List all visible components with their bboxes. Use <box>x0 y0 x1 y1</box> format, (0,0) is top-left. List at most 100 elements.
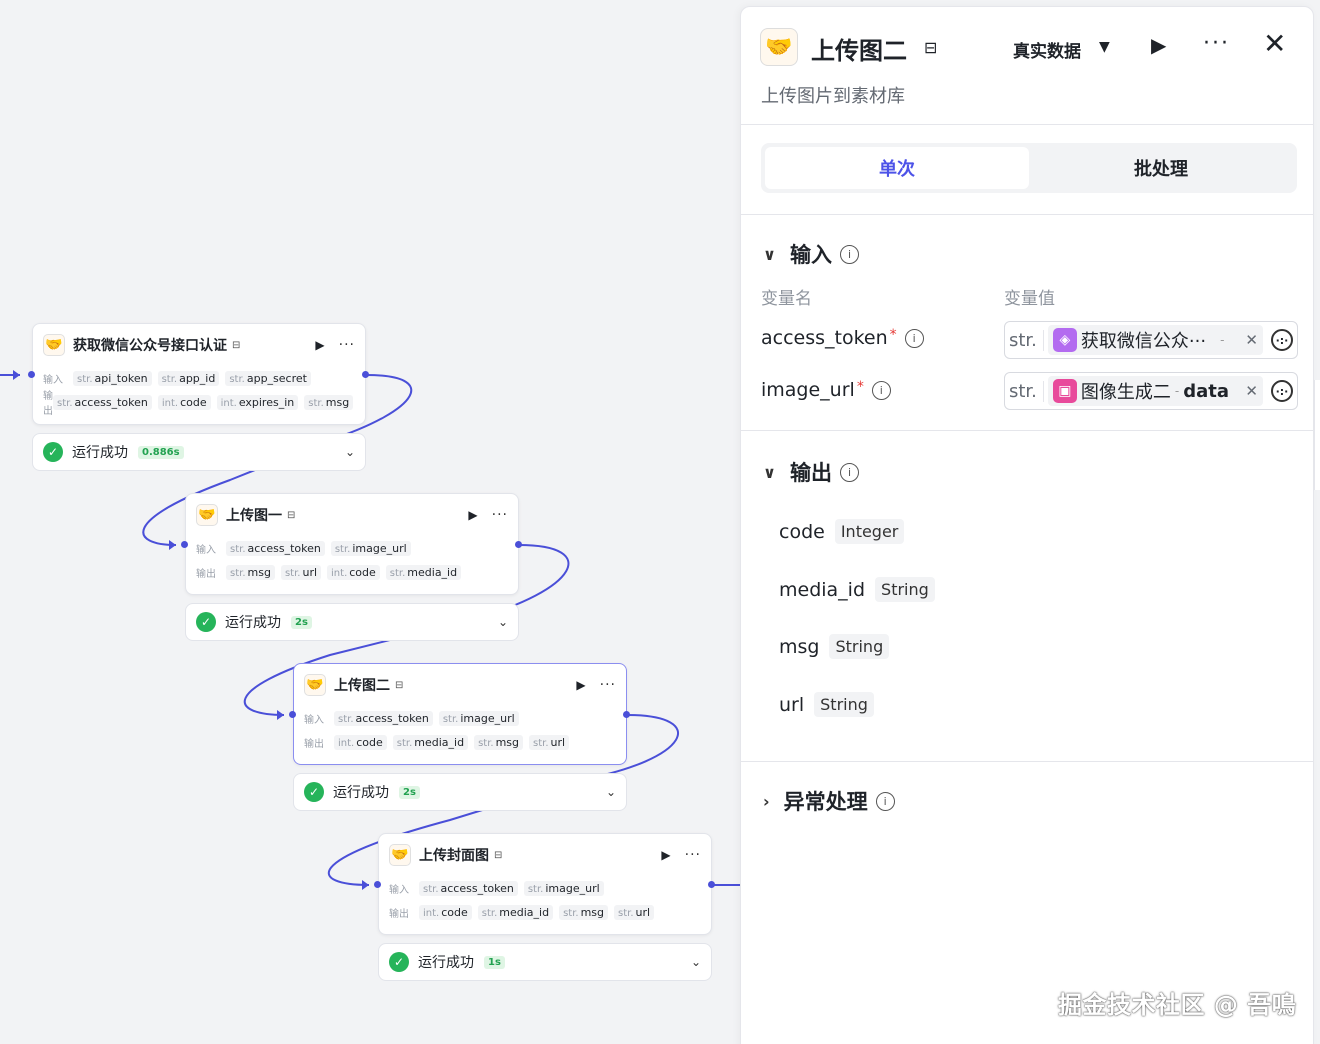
param-tag: str. api_token <box>73 370 152 386</box>
param-tag: str. access_token <box>334 710 433 726</box>
chevron-down-icon: ∨ <box>763 244 776 264</box>
var-name-access-token: access_token * i <box>761 327 924 349</box>
param-tag: str. media_id <box>477 904 554 920</box>
info-icon[interactable]: i <box>871 380 891 400</box>
info-icon[interactable]: i <box>904 328 924 348</box>
input-section: ∨ 输入 i 变量名 变量值 access_token * i str. ◈ 获取… <box>741 215 1313 431</box>
more-icon[interactable]: ··· <box>339 337 355 353</box>
status-text: 运行成功 <box>418 955 474 971</box>
param-tag: str. app_id <box>157 370 220 386</box>
data-mode-select[interactable]: 真实数据 <box>1013 37 1081 62</box>
more-icon[interactable]: ··· <box>600 677 616 693</box>
tab-batch[interactable]: 批处理 <box>1029 147 1293 189</box>
ref-field-name: data <box>1183 380 1230 402</box>
col-var-name: 变量名 <box>761 289 812 309</box>
output-port[interactable] <box>362 371 369 378</box>
workflow-node[interactable]: 🤝 上传图二 ⊟ ▶ ··· 输入 str. access_token str. ima… <box>293 663 627 765</box>
run-status-bar[interactable]: ✓ 运行成功 0.886s ⌄ <box>32 433 366 471</box>
var-value-image-url[interactable]: str. ▣ 图像生成二 - data ✕ ·:· <box>1004 372 1298 410</box>
param-tag: str. media_id <box>385 564 462 580</box>
node-header: 🤝 上传图二 ⊟ ▶ ··· <box>294 664 626 706</box>
param-tag: str. msg <box>304 394 354 410</box>
status-text: 运行成功 <box>225 615 281 631</box>
output-port[interactable] <box>623 711 630 718</box>
type-badge: String <box>814 692 874 717</box>
node-outputs: 输出 str. access_token int. code int. expires_in… <box>33 390 365 417</box>
close-icon[interactable]: ✕ <box>1263 27 1286 60</box>
variable-picker-icon[interactable]: ·:· <box>1271 329 1293 351</box>
output-section-toggle[interactable]: ∨ 输出 i <box>763 457 859 487</box>
info-icon[interactable]: i <box>840 244 859 264</box>
workflow-node[interactable]: 🤝 上传图一 ⊟ ▶ ··· 输入 str. access_token str. ima… <box>185 493 519 595</box>
handshake-icon: 🤝 <box>43 334 65 356</box>
ref-node-name: 图像生成二 <box>1080 382 1171 403</box>
chevron-down-icon[interactable]: ⌄ <box>498 615 508 629</box>
col-var-value: 变量值 <box>1004 289 1055 309</box>
info-icon[interactable]: i <box>875 791 895 811</box>
run-status-bar[interactable]: ✓ 运行成功 2s ⌄ <box>293 773 627 811</box>
input-port[interactable] <box>289 711 296 718</box>
more-icon[interactable]: ··· <box>1203 31 1230 56</box>
node-outputs: 输出 int. code str. media_id str. msg str. url <box>294 730 626 754</box>
panel-title: 上传图二 <box>811 37 907 65</box>
adjacent-panel-edge <box>1314 380 1320 490</box>
param-tag: str. media_id <box>392 734 469 750</box>
variable-picker-icon[interactable]: ·:· <box>1271 380 1293 402</box>
node-title: 上传图二 <box>334 678 390 694</box>
chevron-down-icon[interactable]: ⌄ <box>345 445 355 459</box>
variable-reference[interactable]: ▣ 图像生成二 - data ✕ <box>1047 376 1263 406</box>
check-icon: ✓ <box>304 782 324 802</box>
tab-single[interactable]: 单次 <box>765 147 1029 189</box>
clear-icon[interactable]: ✕ <box>1245 331 1258 349</box>
play-icon[interactable]: ▶ <box>1151 33 1166 57</box>
watermark: 掘金技术社区 @ 吾鳴 <box>1058 991 1297 1019</box>
type-badge: Integer <box>834 519 905 544</box>
play-icon[interactable]: ▶ <box>315 338 324 352</box>
image-icon: ▣ <box>1052 379 1077 403</box>
run-status-bar[interactable]: ✓ 运行成功 1s ⌄ <box>378 943 712 981</box>
plugin-badge-icon: ⊟ <box>232 339 241 351</box>
more-icon[interactable]: ··· <box>685 847 701 863</box>
chevron-down-icon[interactable]: ⌄ <box>691 955 701 969</box>
node-header: 🤝 上传图一 ⊟ ▶ ··· <box>186 494 518 536</box>
param-tag: str. access_token <box>226 540 325 556</box>
check-icon: ✓ <box>389 952 409 972</box>
output-port[interactable] <box>708 881 715 888</box>
input-section-title: 输入 <box>790 243 832 267</box>
error-section-toggle[interactable]: › 异常处理 i <box>763 786 895 816</box>
node-title: 上传封面图 <box>419 848 489 864</box>
param-tag: str. msg <box>474 734 524 750</box>
param-tag: str. access_token <box>53 394 152 410</box>
play-icon[interactable]: ▶ <box>576 678 585 692</box>
variable-reference[interactable]: ◈ 获取微信公众··· - ✕ <box>1047 325 1263 355</box>
workflow-node[interactable]: 🤝 获取微信公众号接口认证 ⊟ ▶ ··· 输入 str. api_token str… <box>32 323 366 425</box>
more-icon[interactable]: ··· <box>492 507 508 523</box>
workflow-node[interactable]: 🤝 上传封面图 ⊟ ▶ ··· 输入 str. access_token str. im… <box>378 833 712 935</box>
run-status-bar[interactable]: ✓ 运行成功 2s ⌄ <box>185 603 519 641</box>
var-value-access-token[interactable]: str. ◈ 获取微信公众··· - ✕ ·:· <box>1004 321 1298 359</box>
output-field: msg String <box>779 634 890 659</box>
chevron-down-icon[interactable]: ⌄ <box>606 785 616 799</box>
param-tag: int. code <box>419 904 472 920</box>
plugin-badge-icon: ⊟ <box>494 849 503 861</box>
ref-separator: - <box>1220 333 1225 347</box>
play-icon[interactable]: ▶ <box>661 848 670 862</box>
input-port[interactable] <box>28 371 35 378</box>
caret-down-icon[interactable]: ▼ <box>1099 39 1110 55</box>
input-port[interactable] <box>181 541 188 548</box>
error-section: › 异常处理 i <box>741 762 1313 842</box>
node-inputs: 输入 str. api_token str. app_id str. app_secret <box>33 366 365 390</box>
status-text: 运行成功 <box>333 785 389 801</box>
info-icon[interactable]: i <box>840 462 859 482</box>
output-section: ∨ 输出 i code Integer media_id String msg … <box>741 431 1313 762</box>
param-tag: str. image_url <box>330 540 411 556</box>
input-port[interactable] <box>374 881 381 888</box>
output-port[interactable] <box>515 541 522 548</box>
workflow-canvas[interactable]: 🤝 获取微信公众号接口认证 ⊟ ▶ ··· 输入 str. api_token str… <box>0 0 740 1044</box>
clear-icon[interactable]: ✕ <box>1245 382 1258 400</box>
play-icon[interactable]: ▶ <box>468 508 477 522</box>
input-section-toggle[interactable]: ∨ 输入 i <box>763 239 859 269</box>
param-tag: str. access_token <box>419 880 518 896</box>
param-tag: str. image_url <box>438 710 519 726</box>
type-label: str. <box>1009 380 1044 402</box>
